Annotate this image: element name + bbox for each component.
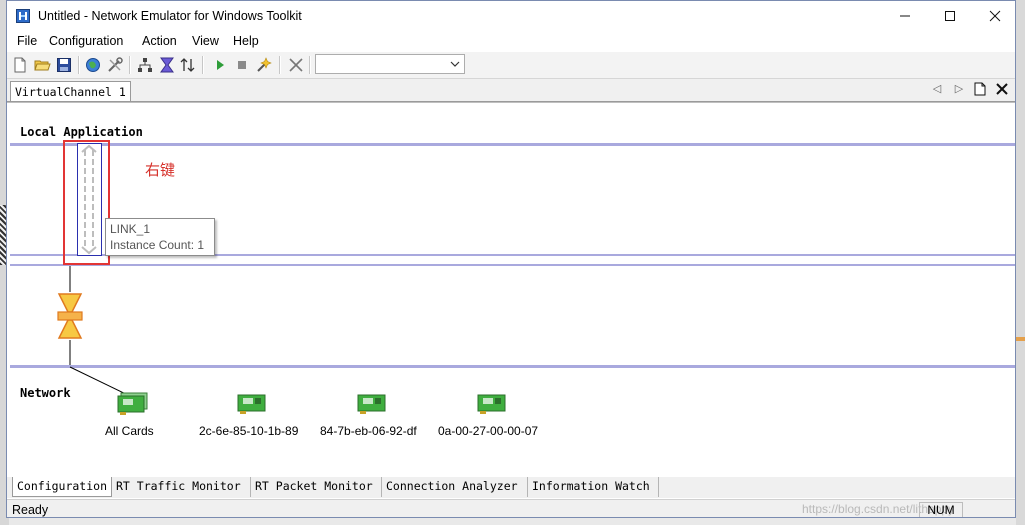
wizard-icon[interactable] [255, 56, 273, 74]
connector-lines [69, 266, 133, 398]
background-accent [1016, 337, 1025, 341]
chevron-down-icon [450, 61, 460, 67]
channel-canvas[interactable]: Local Application 右键 LINK_1 Instance Cou… [7, 102, 1015, 478]
sort-icon[interactable] [179, 56, 197, 74]
toolbar [7, 52, 1015, 79]
network-topology-icon[interactable] [136, 56, 154, 74]
channel-select[interactable] [315, 54, 465, 74]
scroll-right-icon[interactable]: ▷ [951, 81, 967, 97]
minimize-icon [900, 15, 910, 17]
toolbar-separator [78, 56, 80, 74]
network-label: Network [20, 386, 71, 400]
menu-help[interactable]: Help [232, 34, 260, 48]
maximize-icon [945, 11, 955, 21]
play-icon[interactable] [211, 56, 229, 74]
status-bar: Ready https://blog.csdn.net/lithappy NUM [7, 499, 1015, 517]
stop-icon[interactable] [233, 56, 251, 74]
card-label-2c-6e: 2c-6e-85-10-1b-89 [199, 424, 299, 438]
save-icon[interactable] [55, 56, 73, 74]
menu-action[interactable]: Action [141, 34, 178, 48]
all-cards-icon[interactable] [117, 391, 149, 415]
tab-rt-traffic-monitor[interactable]: RT Traffic Monitor [112, 477, 251, 497]
network-card-icon[interactable] [477, 393, 507, 415]
menu-bar: File Configuration Action View Help [7, 32, 1015, 52]
new-file-icon[interactable] [11, 56, 29, 74]
open-folder-icon[interactable] [33, 56, 51, 74]
scroll-left-icon[interactable]: ◁ [929, 81, 945, 97]
tools-icon[interactable] [106, 56, 124, 74]
menu-file[interactable]: File [16, 34, 38, 48]
toolbar-separator [279, 56, 281, 74]
tab-virtualchannel[interactable]: VirtualChannel 1 [10, 81, 131, 101]
tab-information-watch[interactable]: Information Watch [528, 477, 659, 497]
globe-icon[interactable] [84, 56, 102, 74]
new-document-icon[interactable] [973, 82, 987, 96]
minimize-button[interactable] [882, 1, 928, 32]
toolbar-separator [309, 56, 311, 74]
tab-rt-packet-monitor[interactable]: RT Packet Monitor [251, 477, 382, 497]
num-lock-indicator: NUM [919, 502, 963, 517]
close-button[interactable] [972, 1, 1015, 32]
close-document-icon[interactable] [995, 82, 1009, 96]
background-right [1016, 0, 1025, 525]
close-icon [989, 10, 1001, 22]
menu-configuration[interactable]: Configuration [48, 34, 124, 48]
hourglass-node-icon[interactable] [57, 292, 83, 340]
card-label-84-7b: 84-7b-eb-06-92-df [320, 424, 417, 438]
document-tab-strip: VirtualChannel 1 ◁ ▷ [7, 79, 1015, 102]
network-card-icon[interactable] [357, 393, 387, 415]
card-label-all-cards: All Cards [105, 424, 154, 438]
network-card-icon[interactable] [237, 393, 267, 415]
status-text: Ready [12, 503, 49, 517]
tab-configuration[interactable]: Configuration [12, 477, 112, 497]
tab-connection-analyzer[interactable]: Connection Analyzer [382, 477, 528, 497]
toolbar-separator [129, 56, 131, 74]
bottom-tab-strip: Configuration RT Traffic Monitor RT Pack… [7, 477, 1015, 498]
app-icon [16, 9, 30, 23]
filter-icon[interactable] [158, 56, 176, 74]
menu-view[interactable]: View [191, 34, 220, 48]
window-title: Untitled - Network Emulator for Windows … [38, 9, 302, 23]
title-bar: Untitled - Network Emulator for Windows … [7, 1, 1015, 32]
app-window: Untitled - Network Emulator for Windows … [6, 0, 1016, 518]
maximize-button[interactable] [927, 1, 973, 32]
toolbar-separator [202, 56, 204, 74]
disconnect-icon[interactable] [287, 56, 305, 74]
card-label-0a-00: 0a-00-27-00-00-07 [438, 424, 539, 438]
